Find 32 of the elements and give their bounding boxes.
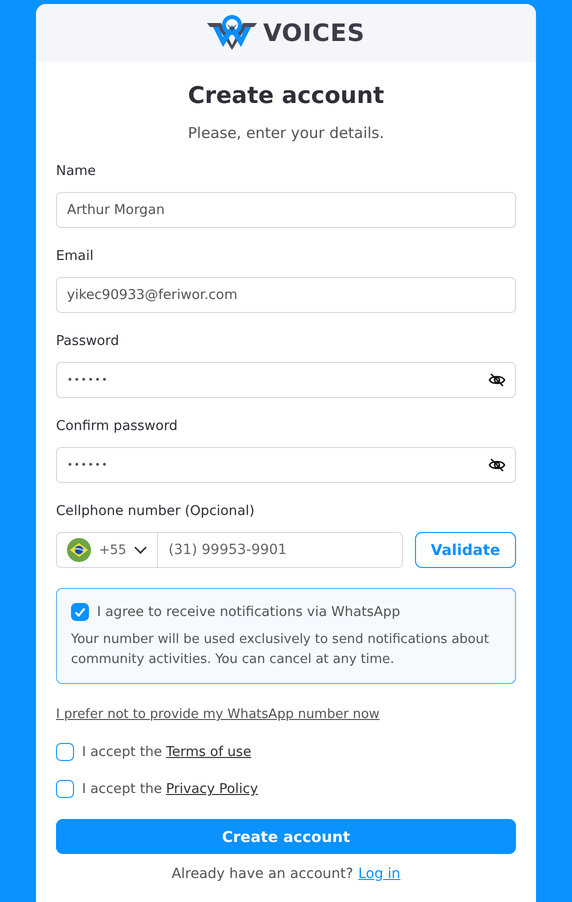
checkbox-label: I accept the xyxy=(82,780,162,799)
hide-password-icon xyxy=(488,371,506,389)
checkbox-label: I agree to receive notifications via WhatsApp xyxy=(97,604,400,620)
footer-text: Already have an account? xyxy=(172,866,354,882)
page-title: Create account xyxy=(186,82,386,111)
country-select[interactable]: +55 xyxy=(57,533,158,567)
checkbox[interactable] xyxy=(56,780,74,798)
password-field[interactable]: •••••• xyxy=(56,362,516,398)
field-label: Email xyxy=(56,247,94,266)
checkbox[interactable] xyxy=(71,603,89,621)
policy-link[interactable]: Privacy Policy xyxy=(166,779,258,799)
checkbox[interactable] xyxy=(56,743,74,761)
password-field[interactable]: •••••• xyxy=(56,447,516,483)
input-field[interactable]: Arthur Morgan xyxy=(56,192,516,228)
flag-icon xyxy=(67,538,91,562)
logo-text: VOICES xyxy=(263,19,365,47)
input-field[interactable]: yikec90933@feriwor.com xyxy=(56,277,516,313)
field-label: Password xyxy=(56,332,120,351)
skip-link[interactable]: I prefer not to provide my WhatsApp number now xyxy=(56,705,380,725)
subtitle: Please, enter your details. xyxy=(186,123,386,143)
phone-input[interactable]: (31) 99953-9901 xyxy=(158,533,402,567)
field-label: Name xyxy=(56,162,97,181)
field-label: Cellphone number (Opcional) xyxy=(56,502,256,521)
hide-password-icon xyxy=(488,456,506,474)
country-code: +55 xyxy=(99,542,126,558)
checkbox-label: I accept the xyxy=(82,743,162,762)
field-label: Confirm password xyxy=(56,417,179,436)
notice-text: Your number will be used exclusively to send notifications about community activities. You can cancel at any time. xyxy=(71,631,490,669)
phone-field[interactable]: +55 (31) 99953-9901 xyxy=(56,532,403,568)
logo-icon xyxy=(207,15,258,51)
chevron-down-icon xyxy=(134,546,148,554)
policy-link[interactable]: Terms of use xyxy=(166,742,252,762)
